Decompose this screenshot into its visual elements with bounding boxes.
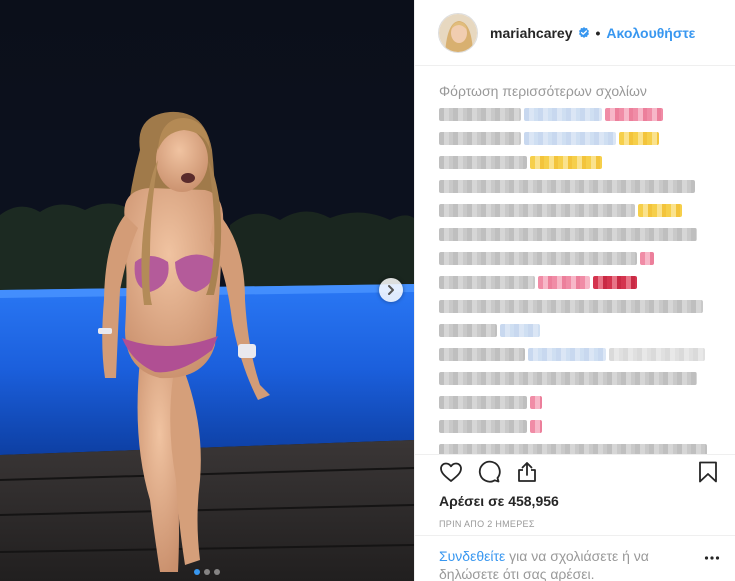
comment-username-pixelated: [439, 396, 527, 409]
login-prompt: Συνδεθείτε για να σχολιάσετε ή να δηλώσε…: [439, 547, 679, 581]
comment-row: [439, 275, 713, 290]
photo-image: [0, 0, 414, 581]
load-more-comments-button[interactable]: Φόρτωση περισσότερων σχολίων: [439, 83, 713, 99]
comment-row: [439, 131, 713, 146]
comment-username-pixelated: [439, 348, 525, 361]
comment-emoji-pixelated: [530, 420, 542, 433]
heart-icon[interactable]: [439, 460, 463, 484]
carousel-indicator: [0, 569, 414, 575]
comment-text-pixelated: [524, 108, 602, 121]
comment-text-pixelated: [439, 228, 697, 241]
comment-row: [439, 179, 713, 194]
carousel-dot: [204, 569, 210, 575]
comment-username-pixelated: [439, 156, 527, 169]
comment-row: [439, 299, 713, 314]
comment-text-pixelated: [609, 348, 705, 361]
post-side-panel: mariahcarey • Ακολουθήστε Φόρτωση περισσ…: [414, 0, 735, 581]
comment-username-pixelated: [439, 420, 527, 433]
comment-row: [439, 227, 713, 242]
comment-emoji-pixelated: [605, 108, 663, 121]
bookmark-icon[interactable]: [696, 460, 720, 484]
comment-row: [439, 443, 713, 454]
avatar[interactable]: [438, 12, 478, 53]
comment-emoji-pixelated: [593, 276, 637, 289]
avatar-image: [439, 13, 477, 52]
comment-row: [439, 155, 713, 170]
comment-row: [439, 419, 713, 434]
post-actions: Αρέσει σε 458,956 ΠΡΙΝ ΑΠΟ 2 ΗΜΕΡΕΣ: [415, 454, 735, 529]
comment-login-bar: Συνδεθείτε για να σχολιάσετε ή να δηλώσε…: [415, 535, 735, 581]
comment-mention-pixelated: [500, 324, 540, 337]
carousel-dot-active: [194, 569, 200, 575]
chevron-right-icon: [388, 285, 394, 295]
comment-row: [439, 107, 713, 122]
comment-row: [439, 251, 713, 266]
carousel-dot: [214, 569, 220, 575]
comment-text-pixelated: [439, 252, 637, 265]
username-link[interactable]: mariahcarey: [490, 25, 573, 41]
comment-emoji-pixelated: [619, 132, 659, 145]
more-options-icon[interactable]: [704, 550, 720, 566]
post-header: mariahcarey • Ακολουθήστε: [415, 0, 735, 66]
comment-text-pixelated: [439, 444, 707, 454]
comment-emoji-pixelated: [538, 276, 590, 289]
comments-list[interactable]: Φόρτωση περισσότερων σχολίων: [415, 66, 735, 454]
comment-row: [439, 395, 713, 410]
comment-text-pixelated: [439, 204, 635, 217]
header-separator: •: [595, 24, 601, 41]
comment-text-pixelated: [439, 300, 703, 313]
post-photo[interactable]: [0, 0, 414, 581]
comment-text-pixelated: [439, 324, 497, 337]
share-icon[interactable]: [515, 460, 539, 484]
comment-username-pixelated: [439, 108, 521, 121]
comment-row: [439, 371, 713, 386]
comment-mention-pixelated: [528, 348, 606, 361]
comment-username-pixelated: [439, 132, 521, 145]
next-slide-button[interactable]: [379, 278, 403, 302]
comment-row: [439, 323, 713, 338]
comment-text-pixelated: [439, 180, 695, 193]
comment-emoji-pixelated: [640, 252, 654, 265]
likes-count[interactable]: Αρέσει σε 458,956: [439, 493, 720, 509]
comment-text-pixelated: [439, 372, 697, 385]
comment-text-pixelated: [439, 276, 535, 289]
comment-icon[interactable]: [477, 460, 501, 484]
comment-row: [439, 347, 713, 362]
comment-row: [439, 203, 713, 218]
post-timestamp[interactable]: ΠΡΙΝ ΑΠΟ 2 ΗΜΕΡΕΣ: [439, 519, 720, 529]
login-link[interactable]: Συνδεθείτε: [439, 548, 505, 564]
comment-text-pixelated: [524, 132, 616, 145]
verified-badge-icon: [578, 26, 590, 39]
comment-emoji-pixelated: [530, 396, 542, 409]
comment-emoji-pixelated: [530, 156, 602, 169]
follow-button[interactable]: Ακολουθήστε: [606, 25, 695, 41]
comment-emoji-pixelated: [638, 204, 682, 217]
